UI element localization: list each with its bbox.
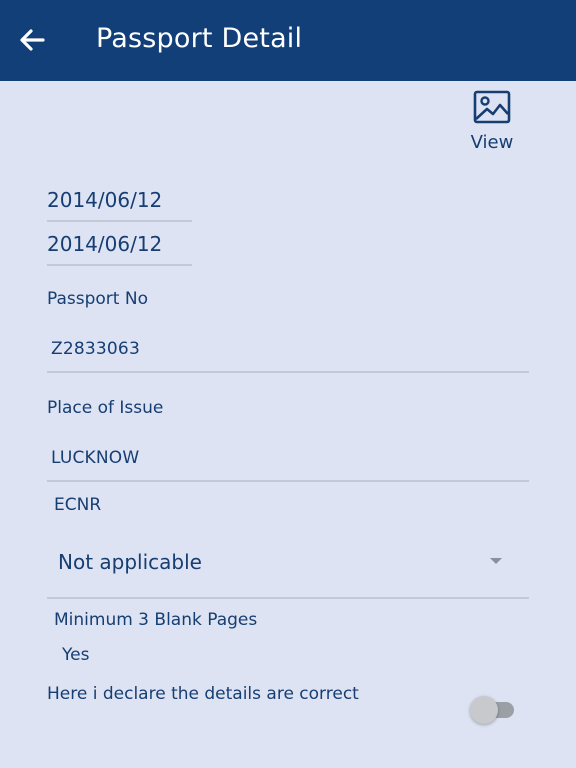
ecnr-selected-value: Not applicable <box>58 550 202 574</box>
app-bar: Passport Detail <box>0 0 576 81</box>
blank-pages-label: Minimum 3 Blank Pages <box>54 610 258 630</box>
image-icon <box>473 90 511 124</box>
page-title: Passport Detail <box>96 23 303 54</box>
declaration-text: Here i declare the details are correct <box>47 684 359 704</box>
place-of-issue-input[interactable]: LUCKNOW <box>47 442 529 482</box>
ecnr-label: ECNR <box>54 495 102 515</box>
issue-date-field[interactable]: 2014/06/12 <box>47 188 192 222</box>
view-button[interactable]: View <box>462 88 524 158</box>
expiry-date-field[interactable]: 2014/06/12 <box>47 232 192 266</box>
dropdown-arrow-icon <box>490 558 502 564</box>
passport-no-label: Passport No <box>47 289 148 309</box>
passport-no-input[interactable]: Z2833063 <box>47 333 529 373</box>
arrow-left-icon <box>20 29 45 51</box>
declaration-toggle[interactable] <box>470 696 516 724</box>
issue-date-value: 2014/06/12 <box>47 188 163 212</box>
place-of-issue-value: LUCKNOW <box>51 448 140 468</box>
passport-no-value: Z2833063 <box>51 339 140 359</box>
view-label: View <box>470 132 514 153</box>
blank-pages-value: Yes <box>62 645 90 665</box>
back-button[interactable] <box>14 22 50 58</box>
place-of-issue-label: Place of Issue <box>47 398 164 418</box>
expiry-date-value: 2014/06/12 <box>47 232 163 256</box>
toggle-thumb <box>470 696 498 724</box>
ecnr-select[interactable]: Not applicable <box>47 535 529 599</box>
